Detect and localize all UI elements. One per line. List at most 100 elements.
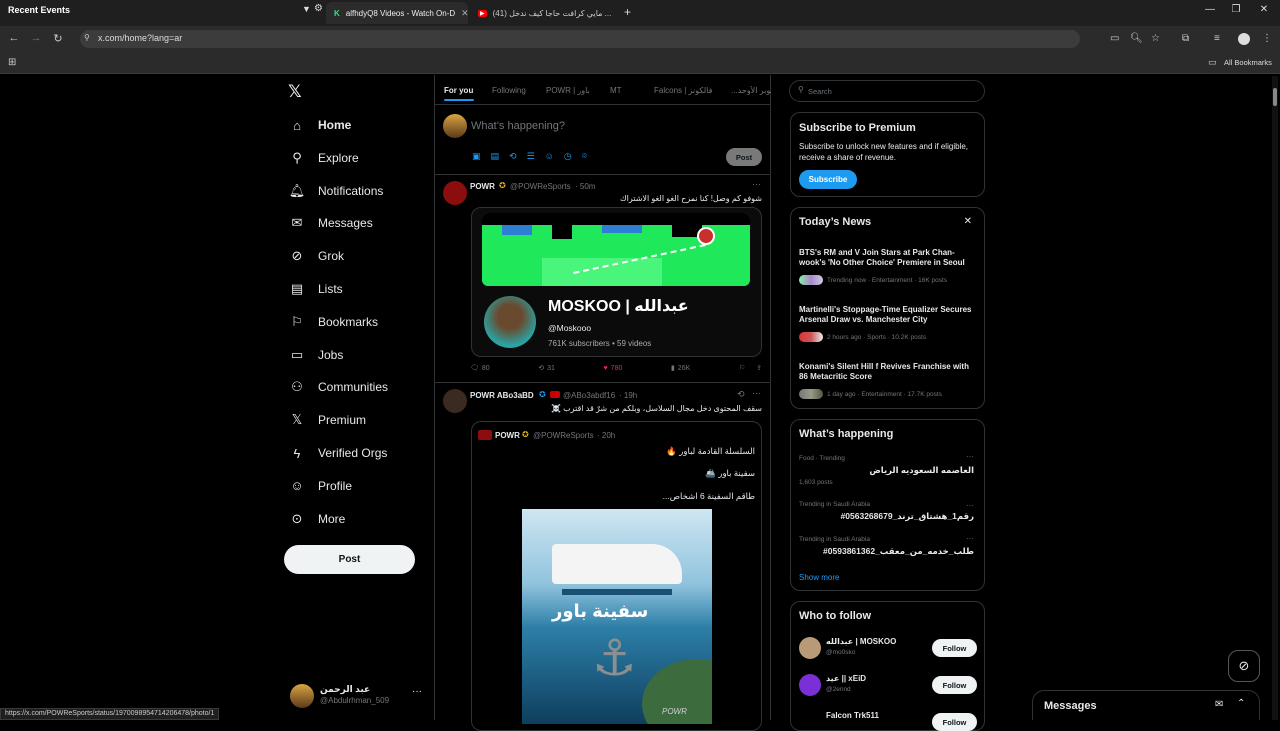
search-box[interactable]: ⚲ Search [789, 80, 985, 102]
sidebar-item-profile[interactable]: ☺ Profile [288, 470, 352, 502]
gif-icon[interactable]: ▤ [491, 151, 500, 162]
trend-topic[interactable]: #رقم1_هشتاق_ترند_0563268679 [841, 511, 974, 522]
search-input[interactable]: Search [808, 87, 832, 96]
tab-more[interactable]: ...بوبر الأوحد [731, 86, 771, 95]
reload-icon[interactable]: ↻ [50, 32, 66, 45]
schedule-icon[interactable]: ◷ [564, 151, 572, 162]
compose-input[interactable]: What’s happening? [471, 120, 565, 132]
install-app-icon[interactable]: ▭ [1110, 33, 1119, 44]
close-window-icon[interactable]: ✕ [1250, 4, 1278, 20]
emoji-icon[interactable]: ☺ [545, 151, 554, 162]
location-icon[interactable]: ⌾ [582, 151, 587, 162]
tweet-avatar[interactable] [443, 181, 467, 205]
tweet-more-icon[interactable]: ··· [752, 388, 761, 398]
tweet-time[interactable]: · 50m [575, 182, 595, 191]
tweet-avatar[interactable] [443, 389, 467, 413]
tab-falcons[interactable]: Falcons | فالكونز [654, 86, 712, 95]
quoted-tweet[interactable]: POWR ✪ @POWReSports · 20h السلسلة القادم… [471, 421, 762, 731]
tab-for-you[interactable]: For you [444, 86, 473, 95]
news-headline[interactable]: Martinelli's Stoppage-Time Equalizer Sec… [799, 305, 979, 325]
follow-button[interactable]: Follow [932, 676, 977, 694]
profile-avatar[interactable] [1238, 33, 1250, 45]
close-icon[interactable]: ✕ [964, 216, 972, 227]
grok-floating-icon[interactable]: ⊘ [1228, 650, 1260, 682]
trend-topic[interactable]: العاصمه السعوديه الرياض [869, 465, 974, 476]
like-button[interactable]: ♥ 780 [604, 364, 623, 372]
messages-drawer[interactable]: Messages ✉ ⌃ [1032, 690, 1260, 720]
subscribe-button[interactable]: Subscribe [799, 170, 857, 189]
compose-post-button[interactable]: Post [726, 148, 762, 166]
image-icon[interactable]: ▣ [472, 151, 481, 162]
media-icon[interactable]: ≡ [1214, 33, 1220, 44]
trend-topic[interactable]: #طلب_خدمه_من_معقب_0593861362 [823, 546, 974, 557]
tab-alfhdy[interactable]: K alfhdyQ8 Videos - Watch On-D ✕ [326, 2, 468, 24]
sidebar-item-lists[interactable]: ▤ Lists [288, 273, 343, 305]
ship-poster-image[interactable]: سفينة باور ⚓ POWR [522, 509, 712, 724]
maximize-icon[interactable]: ❐ [1222, 4, 1250, 20]
all-bookmarks-link[interactable]: All Bookmarks [1224, 58, 1272, 67]
account-more-icon[interactable]: ··· [412, 686, 422, 697]
settings-icon[interactable]: ⚙ [314, 3, 323, 14]
sidebar-item-notifications[interactable]: 🔔︎ Notifications [288, 175, 384, 207]
sidebar-item-jobs[interactable]: ▭ Jobs [288, 339, 344, 371]
tab-powr[interactable]: POWR | باور [546, 86, 590, 95]
reply-button[interactable]: 🗨︎ 80 [470, 364, 490, 373]
menu-icon[interactable]: ⋮ [1262, 33, 1272, 44]
repost-button[interactable]: ⟲ 31 [538, 364, 555, 373]
sidebar-item-premium[interactable]: 𝕏 Premium [288, 404, 366, 436]
forward-icon[interactable]: → [28, 32, 44, 44]
tab-youtube[interactable]: ▶ (41) مايي كرافت حاجا كيف ندخل ... ✕ [470, 2, 616, 24]
grok-compose-icon[interactable]: ⟲ [509, 151, 517, 162]
sidebar-item-bookmarks[interactable]: ⚐ Bookmarks [288, 306, 378, 338]
follow-avatar[interactable] [799, 637, 821, 659]
follow-avatar[interactable] [799, 674, 821, 696]
close-tab-icon[interactable]: ✕ [461, 8, 468, 19]
scrollbar-thumb[interactable] [1273, 88, 1277, 106]
zoom-icon[interactable]: 🔍︎ [1130, 33, 1143, 44]
follow-name[interactable]: عيد || xEiD [826, 674, 866, 683]
sidebar-item-communities[interactable]: ⚇ Communities [288, 371, 388, 403]
apps-icon[interactable]: ⊞ [8, 57, 16, 68]
sidebar-item-messages[interactable]: ✉ Messages [288, 207, 373, 239]
news-headline[interactable]: Konami's Silent Hill f Revives Franchise… [799, 362, 979, 382]
follow-button[interactable]: Follow [932, 639, 977, 657]
url-input[interactable]: x.com/home?lang=ar [80, 30, 1080, 48]
tweet-handle[interactable]: @POWReSports [510, 182, 571, 191]
tab-dropdown-icon[interactable]: ▼ [302, 4, 311, 14]
trend-more-icon[interactable]: ··· [966, 534, 974, 543]
poll-icon[interactable]: ☰ [527, 151, 535, 162]
expand-icon[interactable]: ⌃ [1237, 698, 1245, 709]
post-button[interactable]: Post [284, 545, 415, 574]
youtube-channel-card[interactable]: MOSKOO | عبدالله @Moskooo 761K subscribe… [471, 207, 762, 357]
trend-more-icon[interactable]: ··· [966, 501, 974, 510]
sidebar-item-grok[interactable]: ⊘ Grok [288, 240, 344, 272]
sidebar-item-verified-orgs[interactable]: ϟ Verified Orgs [288, 437, 388, 469]
news-headline[interactable]: BTS's RM and V Join Stars at Park Chan-w… [799, 248, 979, 268]
sidebar-item-more[interactable]: ⊙ More [288, 503, 346, 535]
scrollbar[interactable] [1272, 76, 1278, 720]
tweet-author-name[interactable]: POWR [470, 182, 495, 191]
tab-mt[interactable]: MT [610, 86, 622, 95]
follow-button[interactable]: Follow [932, 713, 977, 731]
back-icon[interactable]: ← [6, 32, 22, 44]
new-tab-icon[interactable]: + [624, 5, 631, 19]
trend-more-icon[interactable]: ··· [966, 452, 974, 461]
tweet-author-name[interactable]: POWR ABo3aBD [470, 391, 534, 400]
grok-icon[interactable]: ⟲ [737, 389, 745, 400]
extensions-icon[interactable]: ⧉ [1182, 33, 1189, 44]
bookmark-star-icon[interactable]: ☆ [1151, 33, 1160, 44]
follow-name[interactable]: Falcon Trk511 [826, 711, 879, 720]
tweet-handle[interactable]: @ABo3abdf16 [563, 391, 615, 400]
follow-name[interactable]: عبدالله | MOSKOO [826, 637, 896, 646]
tweet-time[interactable]: · 19h [619, 391, 637, 400]
sidebar-item-home[interactable]: ⌂ Home [288, 109, 351, 141]
tab-following[interactable]: Following [492, 86, 526, 95]
x-logo-icon[interactable]: 𝕏 [288, 82, 302, 102]
views-button[interactable]: ▮ 26K [671, 364, 690, 373]
minimize-icon[interactable]: — [1196, 4, 1224, 20]
bookmark-button[interactable]: ⚐ ⇪ [739, 364, 762, 372]
new-message-icon[interactable]: ✉ [1215, 699, 1223, 710]
account-avatar[interactable] [290, 684, 314, 708]
show-more-link[interactable]: Show more [799, 573, 839, 582]
share-icon[interactable]: ⇪ [756, 364, 762, 372]
